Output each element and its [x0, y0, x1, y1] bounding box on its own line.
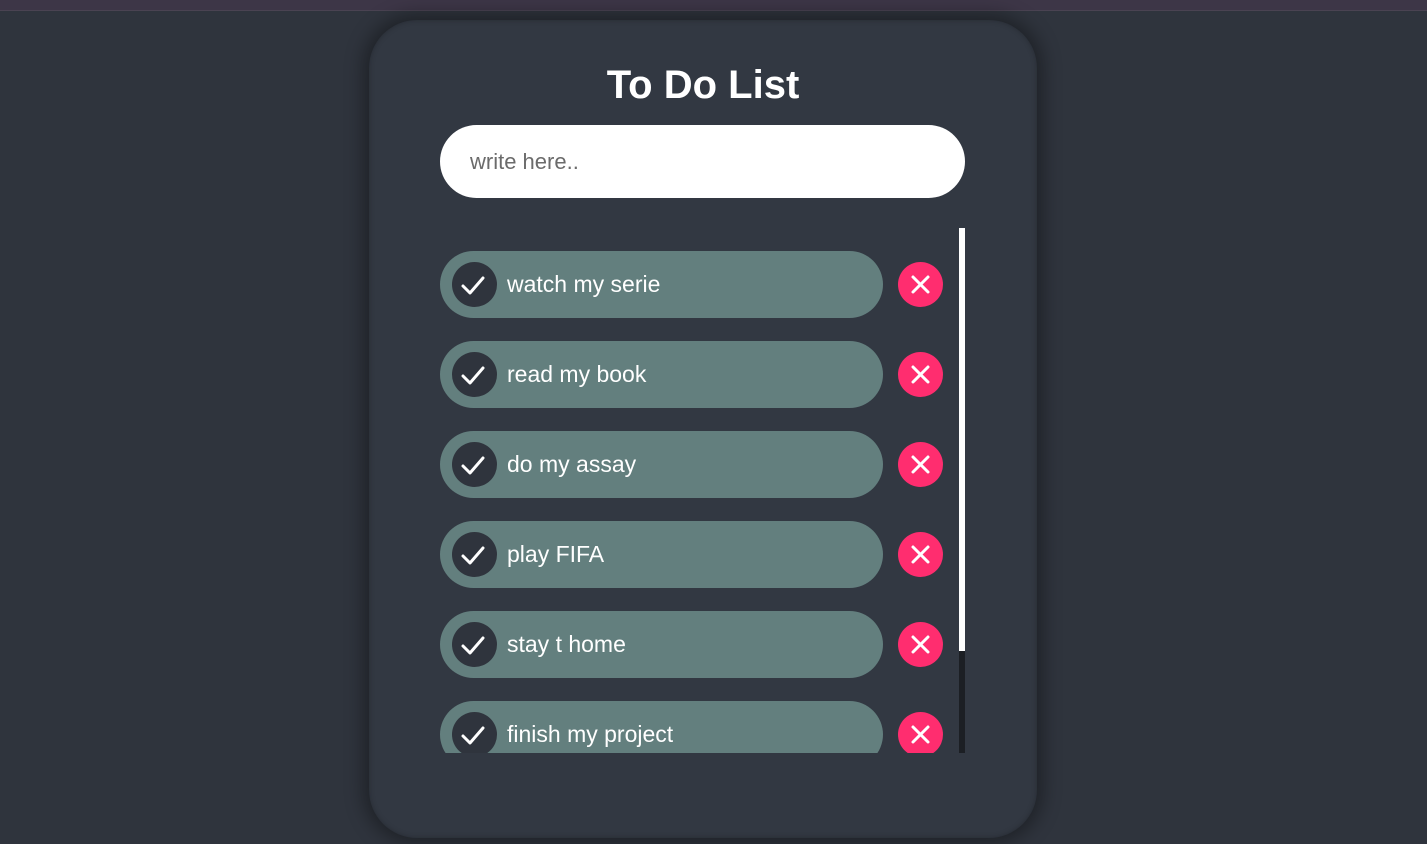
task-item[interactable]: play FIFA — [440, 521, 883, 588]
check-icon[interactable] — [452, 352, 497, 397]
task-row: play FIFA — [440, 521, 950, 588]
task-item[interactable]: watch my serie — [440, 251, 883, 318]
task-item[interactable]: read my book — [440, 341, 883, 408]
task-row: stay t home — [440, 611, 950, 678]
page-title: To Do List — [606, 63, 800, 107]
check-icon[interactable] — [452, 442, 497, 487]
task-label: do my assay — [507, 451, 637, 477]
task-label: read my book — [507, 361, 647, 387]
task-list-container: watch my serie read my book do my assay pla… — [440, 228, 965, 753]
task-list: watch my serie read my book do my assay pla… — [440, 251, 950, 753]
browser-top-bar — [0, 0, 1427, 11]
check-icon[interactable] — [452, 262, 497, 307]
task-item[interactable]: stay t home — [440, 611, 883, 678]
task-row: read my book — [440, 341, 950, 408]
check-icon[interactable] — [452, 712, 497, 753]
check-icon[interactable] — [452, 622, 497, 667]
task-item[interactable]: do my assay — [440, 431, 883, 498]
task-label: finish my project — [507, 721, 674, 747]
scrollbar[interactable] — [959, 228, 965, 753]
delete-task-button[interactable] — [898, 442, 943, 487]
check-icon[interactable] — [452, 532, 497, 577]
delete-task-button[interactable] — [898, 352, 943, 397]
scrollbar-thumb[interactable] — [959, 228, 965, 651]
task-row: finish my project — [440, 701, 950, 753]
task-item[interactable]: finish my project — [440, 701, 883, 753]
delete-task-button[interactable] — [898, 262, 943, 307]
task-row: watch my serie — [440, 251, 950, 318]
task-label: watch my serie — [507, 271, 661, 297]
task-input[interactable] — [440, 125, 965, 198]
todo-card: To Do List watch my serie read my book do … — [369, 20, 1037, 838]
delete-task-button[interactable] — [898, 532, 943, 577]
delete-task-button[interactable] — [898, 712, 943, 753]
delete-task-button[interactable] — [898, 622, 943, 667]
task-label: stay t home — [507, 631, 626, 657]
task-label: play FIFA — [507, 541, 605, 567]
task-row: do my assay — [440, 431, 950, 498]
